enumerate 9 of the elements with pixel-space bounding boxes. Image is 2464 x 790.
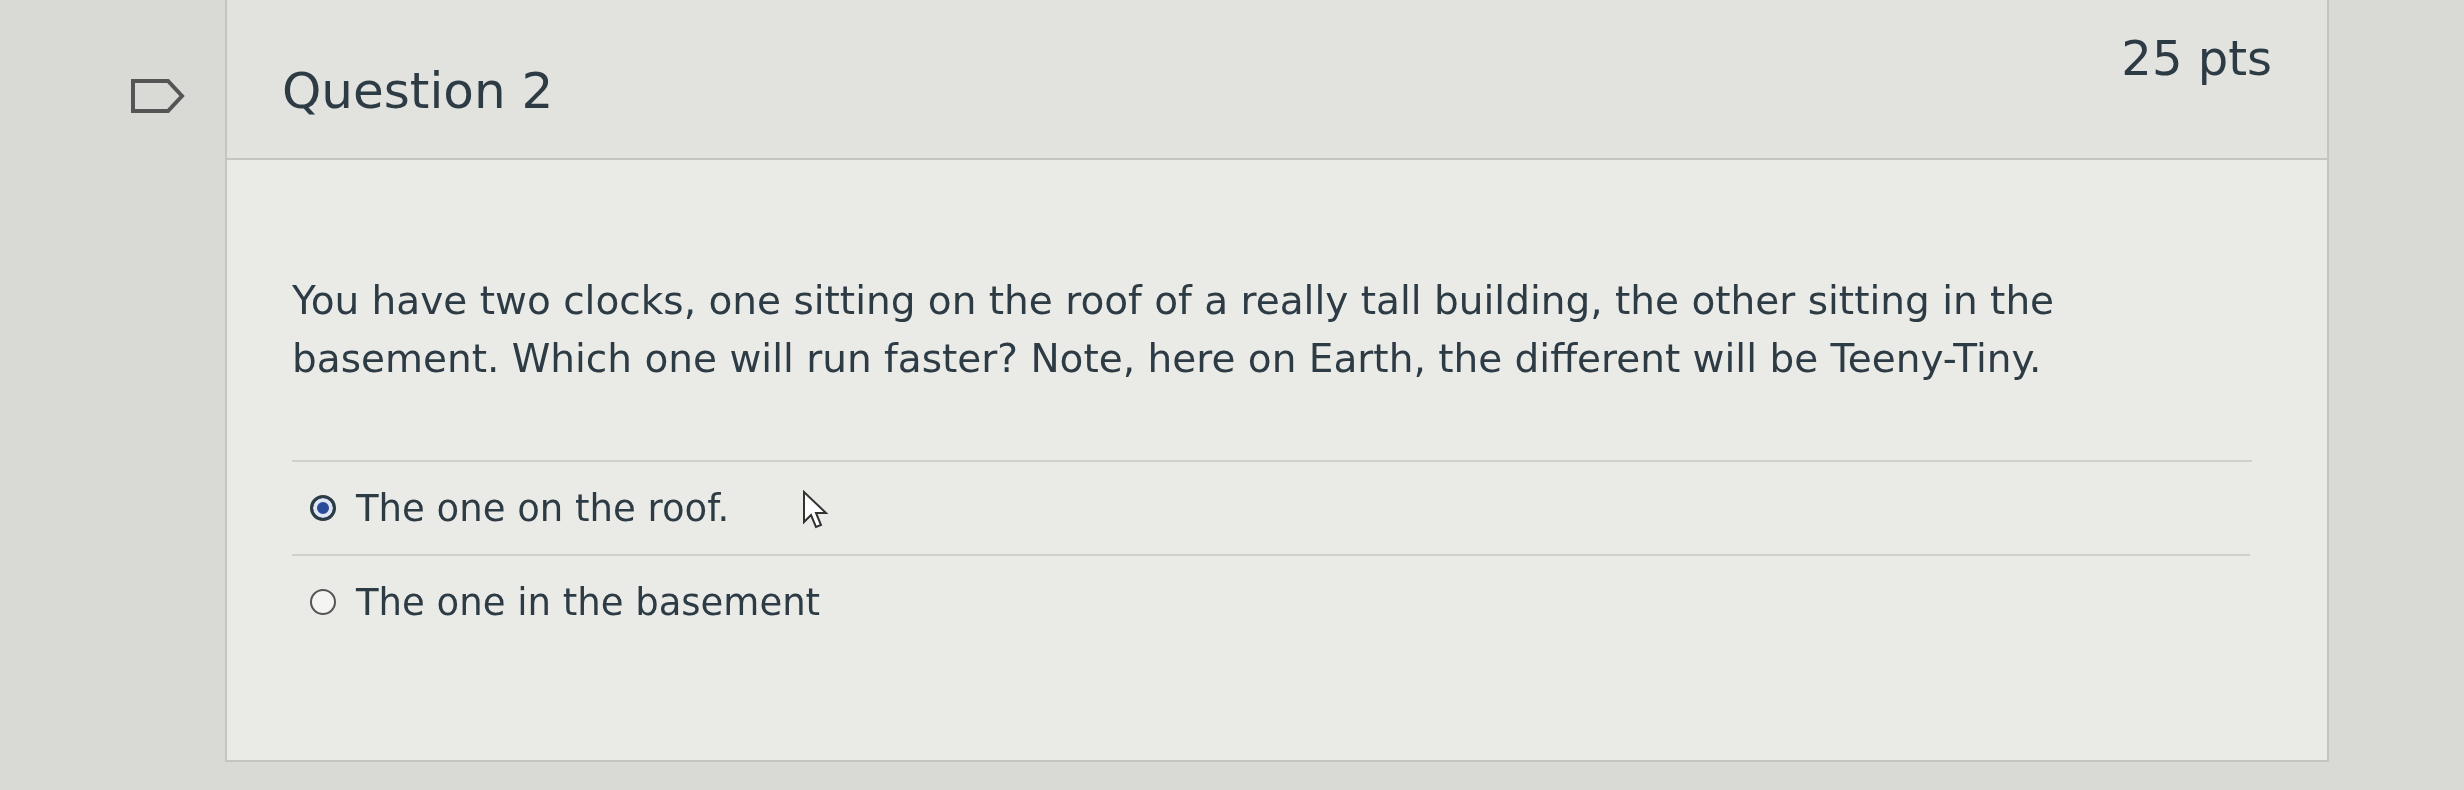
radio-button[interactable] (310, 495, 336, 521)
answer-label[interactable]: The one in the basement (356, 580, 821, 624)
flag-icon[interactable] (130, 78, 186, 114)
answer-label[interactable]: The one on the roof. (356, 486, 730, 530)
points-label: 25 pts (2121, 29, 2272, 88)
cursor-icon (802, 490, 830, 530)
radio-button[interactable] (310, 589, 336, 615)
question-title: Question 2 (282, 61, 554, 122)
question-text: You have two clocks, one sitting on the roof of a really tall building, the other sitting in the basement. Which one will run faster? Note, here on Earth, the different will be Teeny-Tiny. (292, 277, 2056, 383)
